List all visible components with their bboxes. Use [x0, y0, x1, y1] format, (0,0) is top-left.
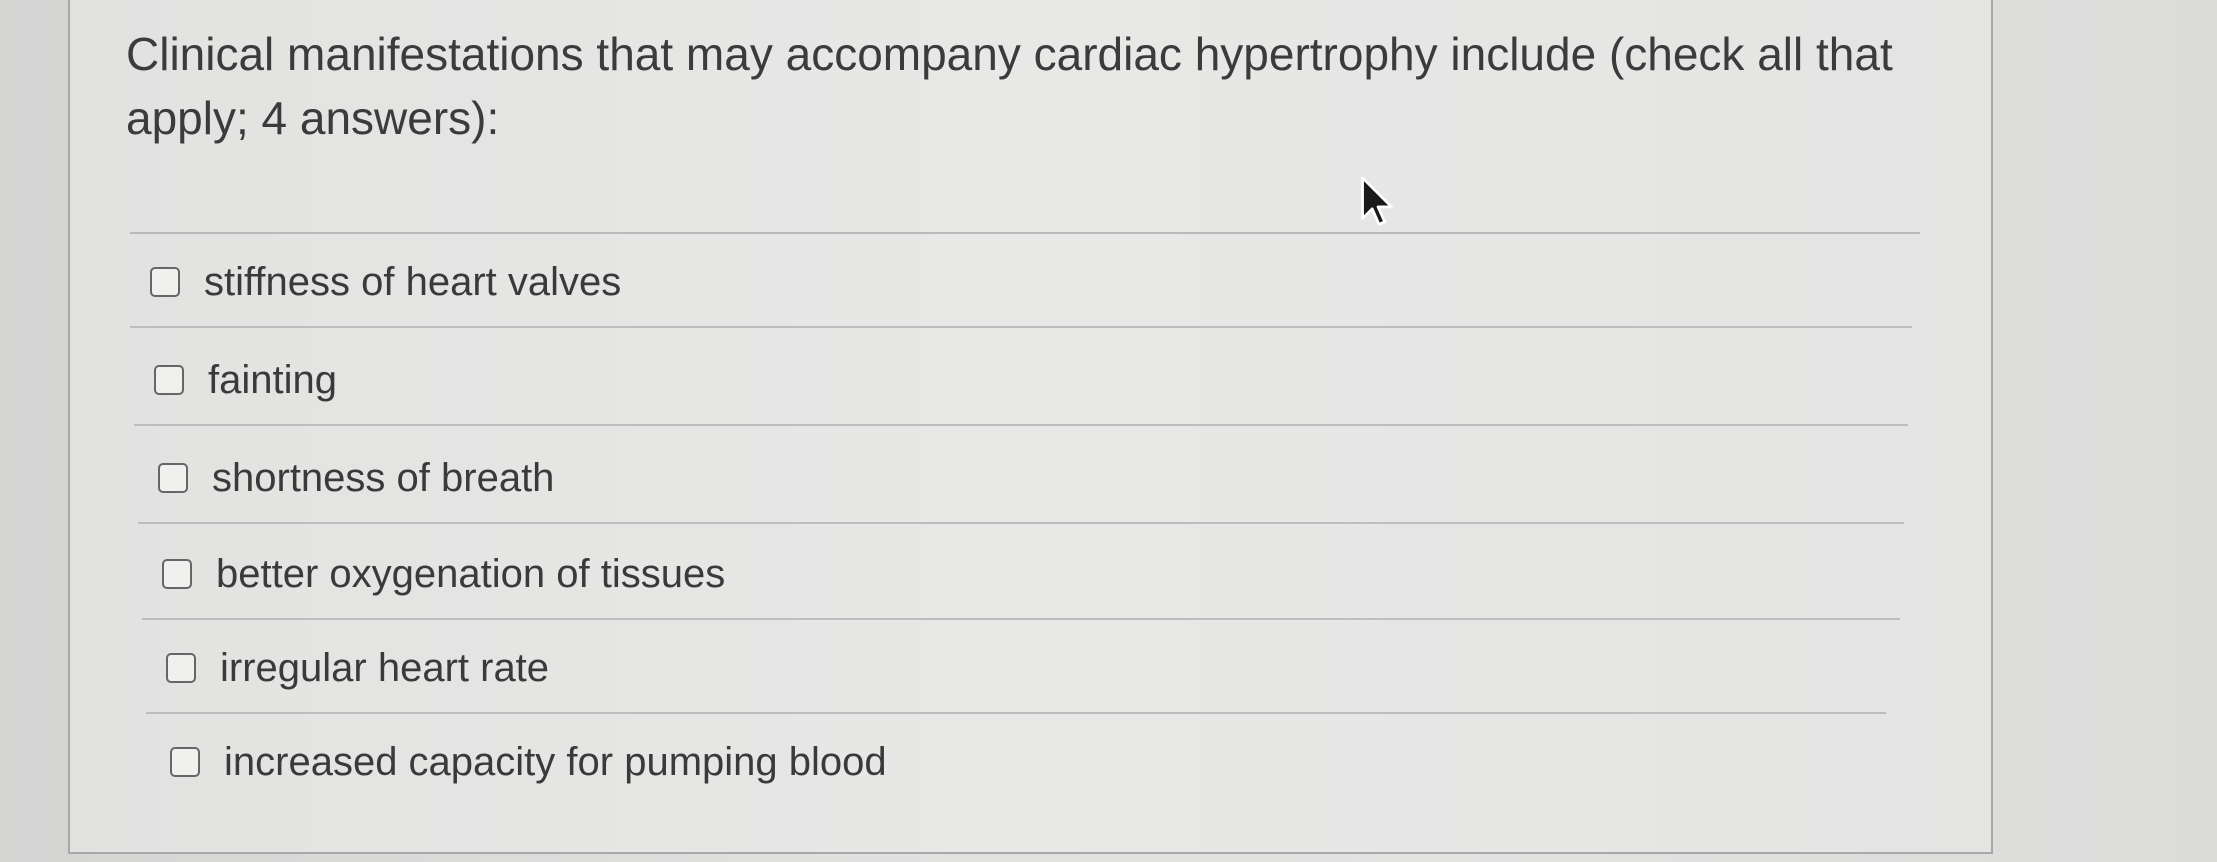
- answer-option-better-oxygenation-of-tissues[interactable]: better oxygenation of tissues: [142, 528, 1900, 620]
- option-label: better oxygenation of tissues: [216, 551, 726, 596]
- answer-option-fainting[interactable]: fainting: [134, 334, 1908, 426]
- answer-option-irregular-heart-rate[interactable]: irregular heart rate: [146, 622, 1886, 714]
- option-divider: [146, 712, 1886, 714]
- checkbox-unchecked-icon[interactable]: [162, 559, 192, 589]
- checkbox-unchecked-icon[interactable]: [166, 653, 196, 683]
- option-label: stiffness of heart valves: [204, 259, 622, 304]
- option-label: fainting: [208, 357, 337, 402]
- checkbox-unchecked-icon[interactable]: [170, 747, 200, 777]
- option-label: irregular heart rate: [220, 645, 550, 690]
- option-divider: [138, 522, 1904, 524]
- option-divider: [134, 424, 1908, 426]
- checkbox-unchecked-icon[interactable]: [150, 267, 180, 297]
- checkbox-unchecked-icon[interactable]: [158, 463, 188, 493]
- option-divider: [130, 326, 1912, 328]
- option-divider: [142, 618, 1900, 620]
- answer-option-stiffness-of-heart-valves[interactable]: stiffness of heart valves: [130, 236, 1912, 328]
- answer-options-list: stiffness of heart valves fainting short…: [0, 0, 2217, 862]
- option-label: increased capacity for pumping blood: [224, 739, 887, 784]
- answer-option-shortness-of-breath[interactable]: shortness of breath: [138, 432, 1904, 524]
- answer-option-increased-capacity-for-pumping-blood[interactable]: increased capacity for pumping blood: [150, 716, 1880, 808]
- checkbox-unchecked-icon[interactable]: [154, 365, 184, 395]
- option-label: shortness of breath: [212, 455, 555, 500]
- mouse-pointer-icon: [1361, 176, 1393, 226]
